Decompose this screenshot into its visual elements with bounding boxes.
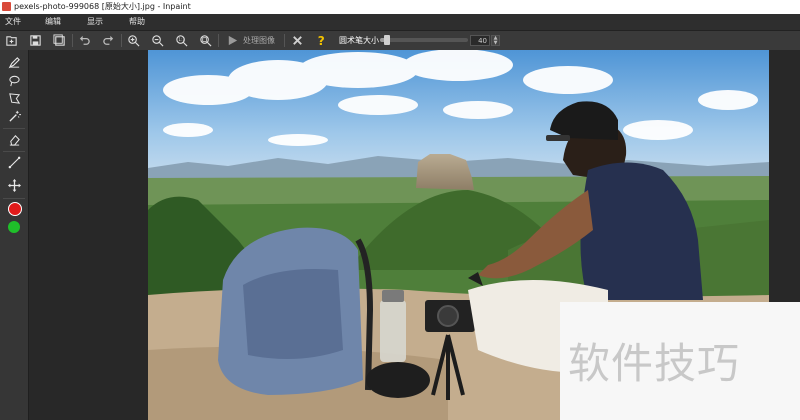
save-as-icon[interactable] — [51, 33, 67, 48]
brush-size-label: 圆术笔大小 — [339, 36, 379, 45]
eraser-tool-icon[interactable] — [4, 131, 24, 147]
lasso-tool-icon[interactable] — [4, 72, 24, 88]
green-marker-color-button[interactable] — [8, 221, 20, 233]
menu-view[interactable]: 显示 — [87, 14, 103, 30]
watermark-overlay: 软件技巧 — [560, 302, 800, 420]
move-tool-icon[interactable] — [4, 177, 24, 193]
app-icon — [2, 2, 11, 11]
menu-bar: 文件 编辑 显示 帮助 — [0, 14, 800, 31]
brush-size-slider[interactable] — [380, 35, 468, 45]
brush-size-slider-thumb[interactable] — [384, 35, 390, 45]
guide-line-tool-icon[interactable] — [4, 154, 24, 170]
red-marker-color-button[interactable] — [8, 202, 22, 216]
zoom-in-icon[interactable] — [125, 33, 141, 48]
redo-icon[interactable] — [100, 33, 116, 48]
marker-tool-icon[interactable] — [4, 54, 24, 70]
menu-edit[interactable]: 编辑 — [45, 14, 61, 30]
zoom-fit-icon[interactable] — [197, 33, 213, 48]
svg-text:?: ? — [317, 34, 324, 47]
svg-text:1:1: 1:1 — [178, 37, 185, 42]
menu-help[interactable]: 帮助 — [129, 14, 145, 30]
process-play-icon[interactable] — [224, 33, 240, 48]
toolbar: 1:1 处理图像 ? 圆术笔大小 40 ▲ ▼ — [0, 31, 800, 51]
title-bar: pexels-photo-999068 [原始大小].jpg - Inpaint — [0, 0, 800, 14]
process-image-button[interactable]: 处理图像 — [243, 31, 275, 50]
watermark-text: 软件技巧 — [568, 339, 741, 388]
zoom-out-icon[interactable] — [149, 33, 165, 48]
zoom-actual-size-icon[interactable]: 1:1 — [173, 33, 189, 48]
undo-icon[interactable] — [76, 33, 92, 48]
help-question-icon[interactable]: ? — [313, 33, 329, 48]
magic-wand-tool-icon[interactable] — [4, 108, 24, 124]
clear-selection-icon[interactable] — [289, 33, 305, 48]
menu-file[interactable]: 文件 — [5, 14, 21, 30]
polygonal-lasso-tool-icon[interactable] — [4, 90, 24, 106]
tool-sidebar — [0, 50, 29, 420]
brush-size-spinner[interactable]: ▲ ▼ — [491, 35, 500, 46]
open-file-icon[interactable] — [3, 33, 19, 48]
brush-size-input[interactable]: 40 — [470, 35, 490, 46]
window-title: pexels-photo-999068 [原始大小].jpg - Inpaint — [14, 2, 191, 11]
save-icon[interactable] — [27, 33, 43, 48]
